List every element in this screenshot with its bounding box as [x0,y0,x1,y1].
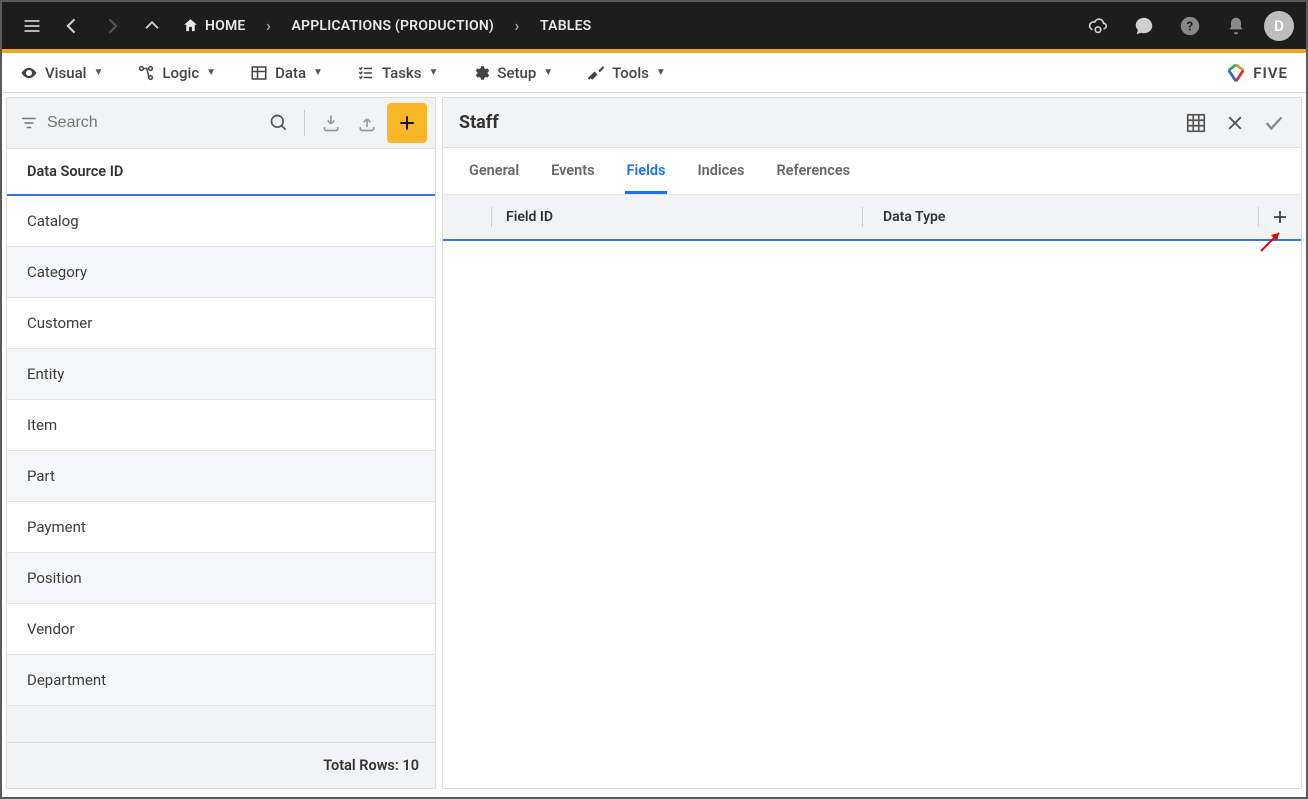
menu-tasks[interactable]: Tasks ▼ [357,64,438,82]
chevron-right-icon: › [254,16,284,35]
menubar: Visual ▼ Logic ▼ Data ▼ Tasks ▼ Setup ▼ Tools… [2,53,1306,93]
menu-tasks-label: Tasks [382,64,422,82]
tab-events[interactable]: Events [549,148,596,194]
main-area: Data Source ID CatalogCategoryCustomerEn… [2,93,1306,793]
search-row [7,98,435,148]
plus-icon [1271,208,1289,226]
total-rows: Total Rows: 10 [7,742,435,788]
menu-logic-label: Logic [162,64,199,82]
menu-tools[interactable]: Tools ▼ [587,64,666,82]
back-icon[interactable] [54,8,90,44]
chat-icon[interactable] [1126,8,1162,44]
table-row[interactable]: Category [7,247,435,298]
table-icon [250,64,268,82]
plus-icon [397,113,417,133]
tabs: General Events Fields Indices References [443,148,1301,195]
five-logo-icon [1225,62,1247,84]
menu-setup[interactable]: Setup ▼ [472,64,553,82]
breadcrumb-apps[interactable]: APPLICATIONS (PRODUCTION) [284,18,503,34]
left-column-header[interactable]: Data Source ID [7,148,435,196]
table-row[interactable]: Entity [7,349,435,400]
triangle-down-icon: ▼ [93,67,103,78]
table-row[interactable]: Catalog [7,196,435,247]
tools-icon [587,64,605,82]
row-list: CatalogCategoryCustomerEntityItemPartPay… [7,196,435,706]
triangle-down-icon: ▼ [206,67,216,78]
col-field-id[interactable]: Field ID [492,209,862,225]
breadcrumb: HOME › APPLICATIONS (PRODUCTION) › TABLE… [174,16,599,35]
logic-icon [137,64,155,82]
page-title: Staff [459,112,499,133]
menu-data-label: Data [275,64,306,82]
breadcrumb-tables[interactable]: TABLES [532,18,599,34]
menu-visual[interactable]: Visual ▼ [20,64,103,82]
table-row[interactable]: Department [7,655,435,706]
up-icon[interactable] [134,8,170,44]
triangle-down-icon: ▼ [656,67,666,78]
triangle-down-icon: ▼ [428,67,438,78]
filter-icon[interactable] [15,114,43,132]
table-row[interactable]: Vendor [7,604,435,655]
forward-icon [94,8,130,44]
download-icon[interactable] [315,113,347,133]
svg-text:?: ? [1187,19,1193,34]
avatar[interactable]: D [1264,11,1294,41]
tab-references[interactable]: References [775,148,853,194]
breadcrumb-home[interactable]: HOME [174,17,254,34]
table-row[interactable]: Item [7,400,435,451]
grid-view-icon[interactable] [1185,112,1207,134]
right-header: Staff [443,98,1301,148]
home-icon [182,17,199,34]
brand-logo: FIVE [1225,62,1288,84]
menu-visual-label: Visual [45,64,86,82]
arrow-annotation-icon [1257,227,1285,255]
menu-logic[interactable]: Logic ▼ [137,64,216,82]
tab-fields[interactable]: Fields [625,148,668,194]
breadcrumb-home-label: HOME [205,18,246,34]
eye-icon [20,64,38,82]
search-input[interactable] [47,114,260,132]
confirm-icon[interactable] [1263,112,1285,134]
triangle-down-icon: ▼ [543,67,553,78]
menu-data[interactable]: Data ▼ [250,64,323,82]
brand-label: FIVE [1253,64,1288,82]
table-row[interactable]: Position [7,553,435,604]
table-row[interactable]: Customer [7,298,435,349]
triangle-down-icon: ▼ [313,67,323,78]
topbar: HOME › APPLICATIONS (PRODUCTION) › TABLE… [2,2,1306,53]
upload-icon[interactable] [351,113,383,133]
gear-icon [472,64,490,82]
table-row[interactable]: Payment [7,502,435,553]
close-icon[interactable] [1225,113,1245,133]
right-panel: Staff General Events Fields Indices Refe… [442,97,1302,789]
cloud-icon[interactable] [1080,8,1116,44]
menu-icon[interactable] [14,8,50,44]
bell-icon[interactable] [1218,8,1254,44]
add-field-button[interactable] [1259,208,1301,226]
left-panel: Data Source ID CatalogCategoryCustomerEn… [6,97,436,789]
tab-general[interactable]: General [467,148,521,194]
chevron-right-icon: › [502,16,532,35]
col-data-type[interactable]: Data Type [863,209,1258,225]
fields-header: Field ID Data Type [443,195,1301,241]
menu-tools-label: Tools [612,64,649,82]
help-icon[interactable]: ? [1172,8,1208,44]
table-row[interactable]: Part [7,451,435,502]
add-button[interactable] [387,103,427,143]
search-icon[interactable] [264,113,294,133]
menu-setup-label: Setup [497,64,536,82]
divider [304,110,305,136]
tasks-icon [357,64,375,82]
tab-indices[interactable]: Indices [695,148,746,194]
